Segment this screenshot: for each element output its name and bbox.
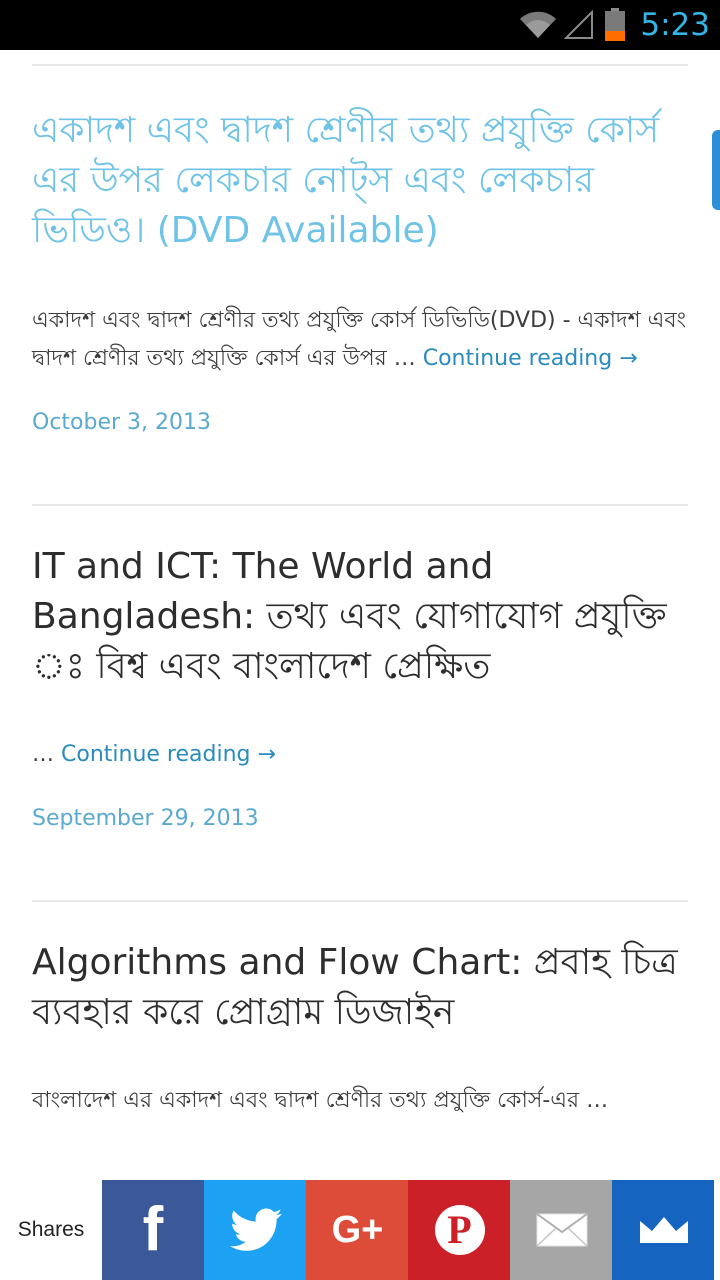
pinterest-glyph: P [447, 1207, 472, 1252]
post-excerpt: বাংলাদেশ এর একাদশ এবং দ্বাদশ শ্রেণীর তথ্… [32, 1082, 688, 1120]
pinterest-icon: P [434, 1205, 485, 1255]
shares-label: Shares [17, 1218, 85, 1241]
continue-reading-link[interactable]: Continue reading → [61, 742, 276, 767]
battery-icon [605, 8, 626, 41]
wifi-icon [520, 11, 557, 38]
post-item: একাদশ এবং দ্বাদশ শ্রেণীর তথ্য প্রযুক্তি … [32, 106, 688, 438]
post-date[interactable]: September 29, 2013 [32, 804, 688, 834]
excerpt-text: … [32, 742, 61, 767]
sumo-share-button[interactable] [612, 1180, 714, 1280]
facebook-icon: f [142, 1195, 164, 1264]
post-title-link[interactable]: IT and ICT: The World and Bangladesh: তথ… [32, 542, 688, 692]
signal-icon [564, 10, 594, 39]
pinterest-share-button[interactable]: P [408, 1180, 510, 1280]
post-divider [32, 900, 688, 902]
share-bar: Shares f G+ P [0, 1180, 720, 1280]
post-divider [32, 64, 688, 66]
crown-icon [639, 1217, 688, 1243]
post-list: একাদশ এবং দ্বাদশ শ্রেণীর তথ্য প্রযুক্তি … [32, 50, 688, 1120]
post-title-link[interactable]: একাদশ এবং দ্বাদশ শ্রেণীর তথ্য প্রযুক্তি … [32, 106, 688, 256]
twitter-share-button[interactable] [204, 1180, 306, 1280]
post-excerpt: একাদশ এবং দ্বাদশ শ্রেণীর তথ্য প্রযুক্তি … [32, 302, 688, 378]
twitter-icon [229, 1208, 282, 1251]
google-plus-share-button[interactable]: G+ [306, 1180, 408, 1280]
envelope-icon [535, 1213, 588, 1247]
status-bar: 5:23 [0, 0, 720, 50]
excerpt-text: বাংলাদেশ এর একাদশ এবং দ্বাদশ শ্রেণীর তথ্… [32, 1088, 609, 1113]
status-clock: 5:23 [640, 7, 710, 43]
post-item: IT and ICT: The World and Bangladesh: তথ… [32, 542, 688, 834]
post-divider [32, 504, 688, 506]
post-title-link[interactable]: Algorithms and Flow Chart: প্রবাহ চিত্র … [32, 938, 688, 1038]
google-plus-icon: G+ [331, 1208, 384, 1251]
facebook-share-button[interactable]: f [102, 1180, 204, 1280]
scroll-handle[interactable] [712, 130, 720, 210]
post-date[interactable]: October 3, 2013 [32, 408, 688, 438]
post-excerpt: … Continue reading → [32, 736, 688, 774]
post-item: Algorithms and Flow Chart: প্রবাহ চিত্র … [32, 938, 688, 1120]
email-share-button[interactable] [510, 1180, 612, 1280]
continue-reading-link[interactable]: Continue reading → [423, 346, 638, 371]
